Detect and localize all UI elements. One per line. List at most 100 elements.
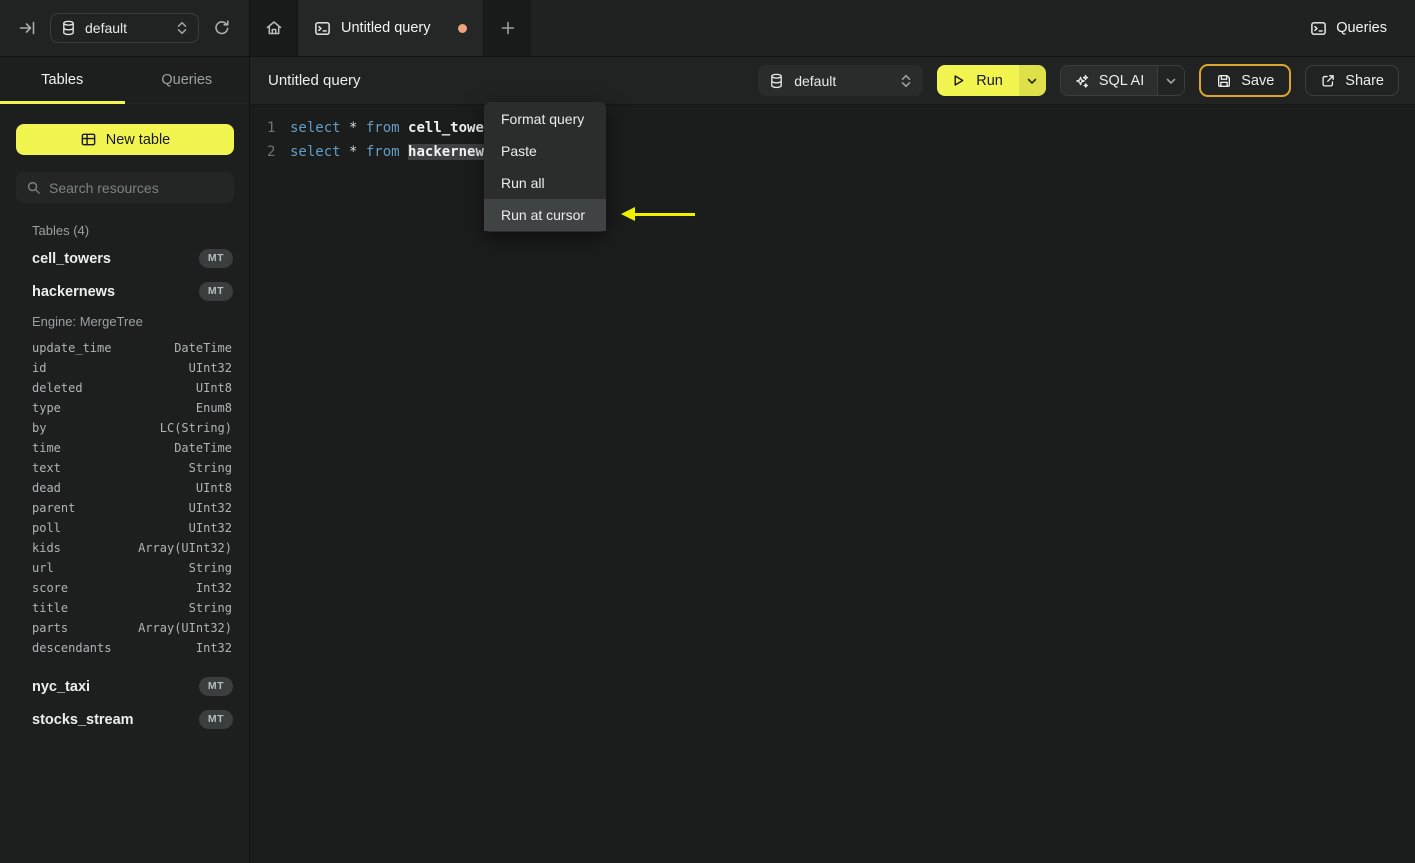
column-row: type Enum8 xyxy=(0,398,249,418)
toolbar-database-selector[interactable]: default xyxy=(758,65,924,96)
table-name: hackernews xyxy=(32,283,116,300)
run-options-button[interactable] xyxy=(1018,65,1046,96)
menu-item-paste[interactable]: Paste xyxy=(484,135,606,167)
save-button[interactable]: Save xyxy=(1199,64,1292,97)
table-item-stocks_stream[interactable]: stocks_stream MT xyxy=(0,703,249,736)
toolbar-actions: default Run SQL AI Save Share xyxy=(758,64,1399,97)
main-area: Untitled query default Run SQL AI Save S… xyxy=(250,57,1415,863)
token-kw: select xyxy=(290,144,341,160)
token-kw: select xyxy=(290,120,341,136)
editor-context-menu: Format query Paste Run all Run at cursor xyxy=(484,102,606,232)
sidebar-tab-queries[interactable]: Queries xyxy=(125,57,250,103)
engine-badge: MT xyxy=(198,282,233,301)
chevrons-up-down-icon xyxy=(900,74,912,88)
home-button[interactable] xyxy=(250,0,297,56)
columns-list: update_time DateTime id UInt32 deleted UInt8 t… xyxy=(0,334,249,670)
new-tab-button[interactable] xyxy=(484,0,531,56)
collapse-sidebar-button[interactable] xyxy=(14,15,40,41)
column-type: Array(UInt32) xyxy=(138,541,232,555)
column-type: String xyxy=(188,461,232,475)
share-button[interactable]: Share xyxy=(1305,65,1399,96)
annotation-arrow-line xyxy=(634,213,695,216)
new-table-button[interactable]: New table xyxy=(16,124,234,155)
column-name: time xyxy=(32,441,61,455)
column-name: text xyxy=(32,461,61,475)
engine-badge: MT xyxy=(198,677,233,696)
column-name: id xyxy=(32,361,47,375)
tables-list: cell_towers MT hackernews MT Engine: MergeTr… xyxy=(0,242,249,736)
column-row: text String xyxy=(0,458,249,478)
column-type: Array(UInt32) xyxy=(138,621,232,635)
column-type: Enum8 xyxy=(195,401,232,415)
sql-ai-button[interactable]: SQL AI xyxy=(1060,66,1158,95)
tables-section-label: Tables (4) xyxy=(32,223,90,238)
token-kw: from xyxy=(365,144,400,160)
topbar-right: Queries xyxy=(1310,0,1415,57)
sql-ai-options-button[interactable] xyxy=(1157,66,1185,95)
token-kw: from xyxy=(365,120,400,136)
column-type: UInt32 xyxy=(188,501,232,515)
tab-strip: Untitled query xyxy=(250,0,531,57)
column-type: UInt32 xyxy=(188,361,232,375)
column-name: title xyxy=(32,601,69,615)
table-name: stocks_stream xyxy=(32,711,134,728)
column-name: by xyxy=(32,421,47,435)
refresh-icon xyxy=(213,19,231,37)
topbar-database-selector[interactable]: default xyxy=(50,13,199,43)
tab-untitled-query[interactable]: Untitled query xyxy=(297,0,484,56)
table-item-cell_towers[interactable]: cell_towers MT xyxy=(0,242,249,275)
sidebar-tabs: Tables Queries xyxy=(0,57,249,104)
column-type: DateTime xyxy=(174,441,232,455)
column-type: String xyxy=(188,561,232,575)
column-name: poll xyxy=(32,521,61,535)
sidebar-header: default xyxy=(0,0,250,57)
sidebar-tab-tables[interactable]: Tables xyxy=(0,57,125,104)
engine-badge: MT xyxy=(198,249,233,268)
search-resources-input[interactable] xyxy=(49,179,209,196)
menu-item-format-query[interactable]: Format query xyxy=(484,103,606,135)
menu-item-run-all[interactable]: Run all xyxy=(484,167,606,199)
column-row: parent UInt32 xyxy=(0,498,249,518)
line-number: 2 xyxy=(267,144,276,160)
token-pl: * xyxy=(340,120,366,136)
refresh-button[interactable] xyxy=(209,15,235,41)
sidebar: Tables Queries New table Tables (4) cell… xyxy=(0,57,250,863)
column-row: url String xyxy=(0,558,249,578)
sql-editor[interactable]: 1select * from cell_towers limit 100;2se… xyxy=(250,105,1415,164)
column-row: dead UInt8 xyxy=(0,478,249,498)
plus-icon xyxy=(500,20,516,36)
search-resources-box xyxy=(16,172,234,203)
chevron-down-icon xyxy=(1165,75,1177,87)
unsaved-changes-dot xyxy=(458,23,467,33)
run-button[interactable]: Run xyxy=(937,65,1019,96)
column-row: parts Array(UInt32) xyxy=(0,618,249,638)
annotation-arrow-head xyxy=(621,207,635,221)
table-name: cell_towers xyxy=(32,250,111,267)
column-name: type xyxy=(32,401,61,415)
chevrons-up-down-icon xyxy=(176,21,188,35)
toolbar-database-value: default xyxy=(794,72,837,89)
column-row: deleted UInt8 xyxy=(0,378,249,398)
column-row: time DateTime xyxy=(0,438,249,458)
database-icon xyxy=(769,73,784,89)
column-name: url xyxy=(32,561,54,575)
line-number: 1 xyxy=(267,120,276,136)
terminal-icon xyxy=(314,20,331,37)
chevron-down-icon xyxy=(1026,75,1038,87)
sparkles-icon xyxy=(1074,73,1090,89)
column-type: String xyxy=(188,601,232,615)
queries-button[interactable]: Queries xyxy=(1310,20,1387,37)
table-engine-label: Engine: MergeTree xyxy=(32,313,143,329)
column-row: poll UInt32 xyxy=(0,518,249,538)
column-type: UInt8 xyxy=(195,381,232,395)
database-icon xyxy=(61,20,76,36)
save-label: Save xyxy=(1241,72,1275,89)
table-item-hackernews[interactable]: hackernews MT xyxy=(0,275,249,308)
column-type: Int32 xyxy=(195,641,232,655)
column-name: update_time xyxy=(32,341,112,355)
menu-item-run-at-cursor[interactable]: Run at cursor xyxy=(484,199,606,231)
table-item-nyc_taxi[interactable]: nyc_taxi MT xyxy=(0,670,249,703)
new-table-label: New table xyxy=(105,131,171,148)
engine-badge: MT xyxy=(198,710,233,729)
